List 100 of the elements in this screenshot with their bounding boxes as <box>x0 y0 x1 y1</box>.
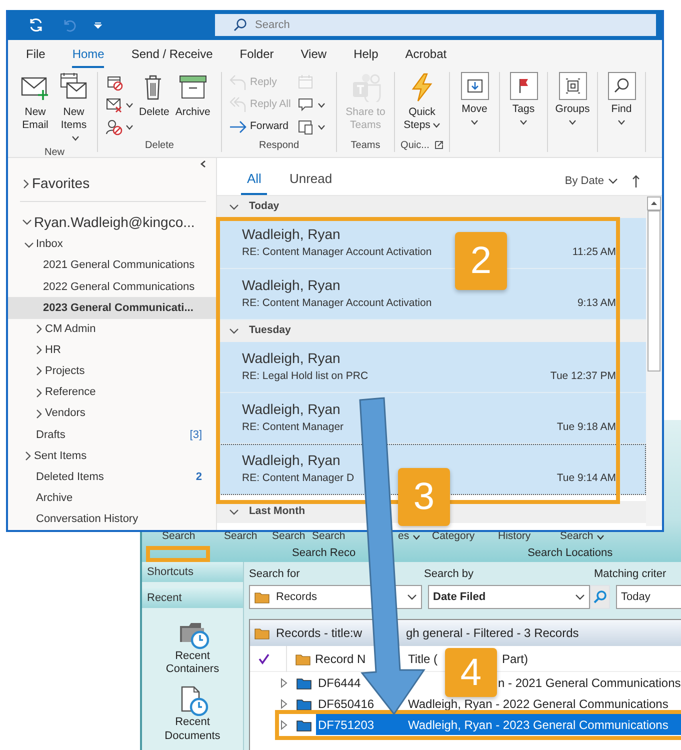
ribbon-command[interactable]: Search <box>312 530 357 544</box>
chevron-down-icon[interactable] <box>24 240 34 249</box>
folder-item[interactable]: Reference <box>8 382 216 404</box>
folder-icon <box>295 652 311 666</box>
ribbon-command[interactable]: Search <box>162 530 224 544</box>
folder-item[interactable]: Inbox <box>8 234 216 256</box>
collapse-icon[interactable] <box>200 160 206 168</box>
menu-tab[interactable]: View <box>300 40 327 68</box>
record-number[interactable]: DF6444 <box>318 674 361 692</box>
ribbon-button[interactable]: Move <box>458 72 490 126</box>
ribbon-button[interactable]: Groups <box>553 72 592 126</box>
chevron-right-icon[interactable] <box>35 324 43 334</box>
folder-item[interactable]: Deleted Items 2 <box>8 466 216 488</box>
sidebar-shortcut[interactable]: Recent Containers <box>142 614 243 680</box>
folder-item[interactable]: 2022 General Communications <box>8 276 216 298</box>
column-header[interactable]: Record N <box>315 652 366 666</box>
folder-item[interactable]: Drafts [3] <box>8 424 216 446</box>
search-button[interactable] <box>590 585 610 609</box>
chevron-right-icon[interactable] <box>35 366 43 376</box>
results-title: gh general - Filtered - 3 Records <box>406 626 579 640</box>
folder-item[interactable]: CM Admin <box>8 318 216 340</box>
record-title[interactable]: n - 2021 General Communications <box>498 672 681 693</box>
search-by-dropdown[interactable]: Date Filed <box>428 585 590 609</box>
message-subject: RE: Content Manager D <box>242 470 354 486</box>
chevron-down-icon[interactable] <box>22 218 32 226</box>
ribbon-button[interactable]: Quick Steps <box>400 72 444 132</box>
chevron-down-icon[interactable] <box>229 203 239 211</box>
folder-label: 2021 General Communications <box>43 258 195 274</box>
chevron-down-icon[interactable] <box>608 176 618 185</box>
menu-tab[interactable]: Send / Receive <box>131 40 213 68</box>
chevron-right-icon[interactable] <box>35 408 43 419</box>
caret-icon <box>618 120 625 126</box>
folder-item[interactable]: Conversation History <box>8 508 216 530</box>
message-item[interactable]: Wadleigh, Ryan RE: Content Manager Tue 9:18 AM <box>217 393 646 444</box>
sidebar-shortcut[interactable]: Recent Documents <box>142 680 243 747</box>
sort-direction-icon[interactable] <box>632 175 640 188</box>
ribbon-command[interactable]: es <box>357 530 432 544</box>
caret-icon <box>126 102 133 108</box>
record-title[interactable]: Wadleigh, Ryan - 2023 General Communications <box>408 714 681 735</box>
menu-tab[interactable]: Folder <box>240 40 274 68</box>
ribbon-button[interactable]: Forward <box>227 116 293 138</box>
menu-tab[interactable]: Acrobat <box>405 40 447 68</box>
customize-toolbar-icon[interactable] <box>94 22 102 28</box>
column-header[interactable]: Part) <box>502 652 528 666</box>
search-bar[interactable]: Search <box>215 14 656 36</box>
ribbon-command[interactable]: Search <box>272 530 312 544</box>
record-number[interactable]: DF650416 <box>318 694 374 712</box>
criteria-field[interactable]: Today <box>616 585 681 609</box>
ribbon-command[interactable]: Search <box>224 530 272 544</box>
folder-item[interactable]: 2023 General Communicati... <box>8 297 216 319</box>
folder-item[interactable]: Sent Items <box>8 445 216 466</box>
chevron-right-icon[interactable] <box>35 345 43 356</box>
sidebar-header[interactable]: Recent <box>142 588 243 608</box>
folder-item[interactable]: Ryan.Wadleigh@kingco... <box>8 210 216 234</box>
caret-icon <box>471 120 478 126</box>
menu-tab[interactable]: Help <box>354 40 378 68</box>
folder-item[interactable]: Favorites <box>8 170 216 198</box>
expand-icon[interactable] <box>280 678 288 688</box>
expand-icon[interactable] <box>280 698 288 708</box>
expand-icon[interactable] <box>280 720 288 730</box>
folder-item[interactable]: Projects <box>8 360 216 382</box>
ribbon-button[interactable]: Archive <box>173 72 212 120</box>
message-item[interactable]: Wadleigh, Ryan RE: Legal Hold list on PRC Tue 12:37 PM <box>217 342 646 393</box>
chevron-right-icon[interactable] <box>24 450 32 461</box>
step-number: 2 <box>455 232 507 290</box>
group-header[interactable]: Today <box>217 196 646 218</box>
sidebar-header[interactable]: Shortcuts <box>142 562 243 582</box>
folder-icon <box>254 626 270 640</box>
ribbon-command[interactable]: Category <box>432 530 498 544</box>
ribbon-button[interactable]: New Email <box>17 72 54 132</box>
folder-item[interactable]: Vendors <box>8 403 216 424</box>
ribbon-command[interactable]: History <box>498 530 560 544</box>
message-subject: RE: Legal Hold list on PRC <box>242 368 368 384</box>
scrollbar[interactable] <box>646 196 662 526</box>
folder-label: Drafts <box>36 428 66 443</box>
menu-tab[interactable]: File <box>26 40 46 68</box>
sync-icon[interactable] <box>28 17 44 33</box>
folder-item[interactable]: 2021 General Communications <box>8 255 216 276</box>
chevron-down-icon[interactable] <box>407 593 417 601</box>
folder-item[interactable]: Archive <box>8 488 216 509</box>
sort-dropdown[interactable]: By Date <box>564 172 618 195</box>
dialog-launcher-icon[interactable] <box>435 141 444 149</box>
chevron-down-icon[interactable] <box>229 508 239 516</box>
filter-tab[interactable]: Unread <box>283 168 338 195</box>
column-header[interactable]: Title ( <box>408 652 438 666</box>
ribbon-button[interactable]: Find <box>606 72 638 126</box>
search-field[interactable]: Search <box>255 16 397 34</box>
folder-icon <box>296 676 312 690</box>
group-header[interactable]: Tuesday <box>217 320 646 342</box>
ribbon-button[interactable]: Delete <box>137 72 172 120</box>
ribbon-button[interactable]: New Items <box>56 72 92 146</box>
chevron-down-icon[interactable] <box>575 593 585 601</box>
ribbon-command[interactable]: Search <box>560 530 620 544</box>
message-time: Tue 9:14 AM <box>556 470 616 486</box>
chevron-right-icon[interactable] <box>22 178 30 189</box>
chevron-right-icon[interactable] <box>35 388 43 398</box>
chevron-down-icon[interactable] <box>229 327 239 335</box>
checkmark-icon[interactable] <box>258 652 270 664</box>
ribbon-button[interactable]: Tags <box>508 72 540 126</box>
folder-item[interactable]: HR <box>8 340 216 361</box>
